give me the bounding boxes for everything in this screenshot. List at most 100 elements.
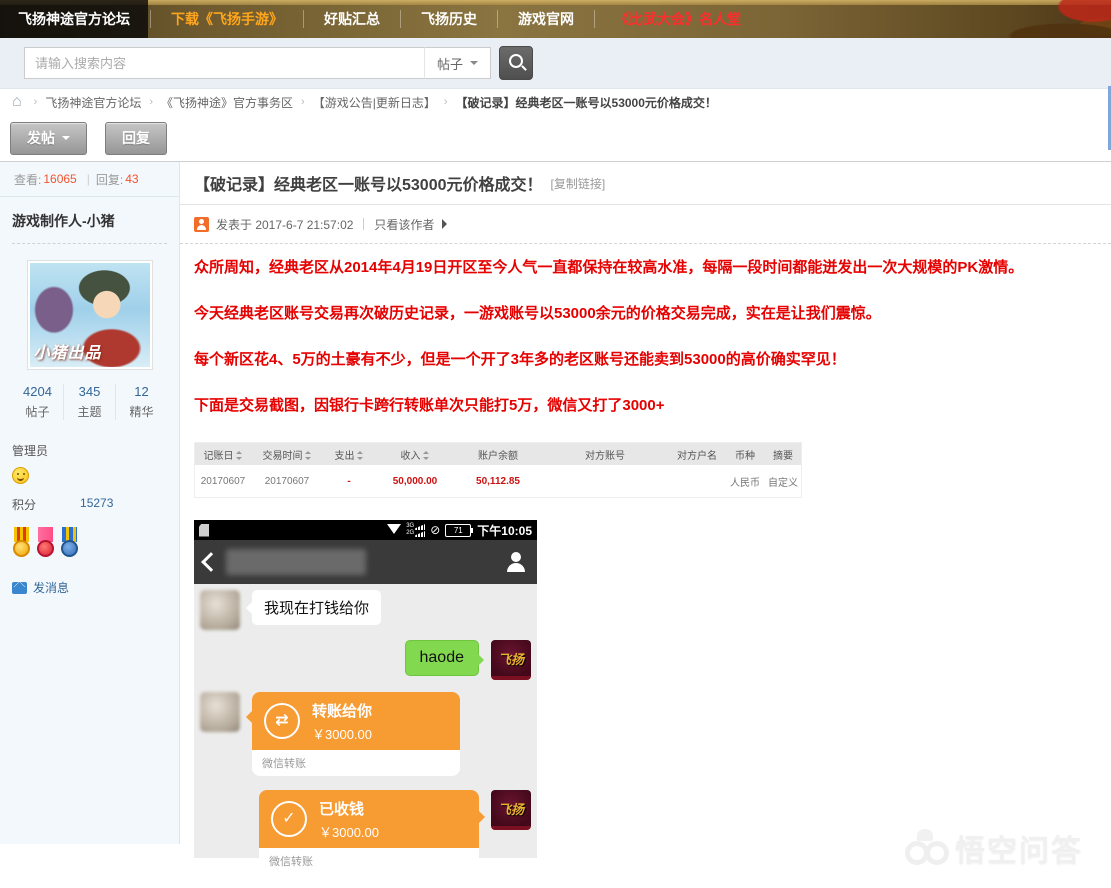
transfer-amount: ￥3000.00	[319, 824, 379, 840]
redacted-contact-name	[226, 549, 366, 575]
bank-col-balance: 账户余额	[478, 450, 518, 462]
bank-col-counterparty-name: 对方户名	[677, 450, 717, 462]
status-time: 下午10:05	[477, 523, 532, 538]
sort-icon	[422, 451, 430, 461]
bank-col-currency: 币种	[735, 450, 755, 462]
posted-at: 发表于 2017-6-7 21:57:02	[216, 217, 354, 232]
bank-col-counterparty-account: 对方账号	[585, 450, 625, 462]
post-content: 【破记录】经典老区一账号以53000元价格成交！ [复制链接] 发表于 2017…	[180, 162, 1111, 874]
bank-col-date: 记账日	[195, 447, 251, 462]
medal-red-icon[interactable]	[36, 527, 56, 557]
home-icon[interactable]: ⌂	[12, 93, 22, 111]
medal-gold-icon[interactable]	[12, 527, 32, 557]
author-sidebar: 查看: 16065 | 回复: 43 游戏制作人-小猪 小猪出品 4204 帖子	[0, 162, 180, 844]
game-logo-avatar: 飞扬	[491, 640, 531, 680]
breadcrumb: ⌂ › 飞扬神途官方论坛 › 《飞扬神途》官方事务区 › 【游戏公告|更新日志】…	[0, 89, 1111, 115]
breadcrumb-item-board[interactable]: 【游戏公告|更新日志】	[313, 94, 436, 111]
no-disturb-icon: ⊘	[430, 523, 441, 537]
views-label: 查看:	[14, 172, 42, 187]
medal-blue-icon[interactable]	[60, 527, 80, 557]
redacted-avatar	[200, 590, 240, 630]
transfer-amount: ￥3000.00	[312, 726, 372, 742]
search-category-select[interactable]: 帖子	[424, 47, 492, 79]
nav-item-good-posts[interactable]: 好贴汇总	[306, 0, 398, 38]
score-label: 积分	[12, 498, 37, 512]
stat-posts[interactable]: 4204 帖子	[12, 384, 64, 420]
author-name[interactable]: 游戏制作人-小猪	[12, 211, 167, 231]
transfer-title: 已收钱	[319, 800, 365, 818]
phone-status-bar: 3G 2G ⊘ 71 下午10:05	[194, 520, 537, 540]
post-paragraph: 每个新区花4、5万的土豪有不少，但是一个开了3年多的老区账号还能卖到53000的…	[194, 351, 846, 368]
score-value[interactable]: 15273	[80, 496, 113, 513]
contact-profile-icon[interactable]	[505, 552, 527, 572]
avatar[interactable]: 小猪出品	[26, 260, 153, 370]
reply-label: 回复	[122, 130, 150, 146]
thread-stats: 查看: 16065 | 回复: 43	[0, 162, 179, 197]
bank-cell-date: 20170607	[200, 475, 246, 487]
redacted-avatar	[200, 692, 240, 732]
search-input[interactable]	[24, 47, 424, 79]
nav-item-hall-of-fame[interactable]: 《比武大会》名人堂	[597, 0, 759, 38]
back-icon[interactable]	[201, 552, 221, 572]
divider	[12, 243, 167, 244]
post-paragraph: 今天经典老区账号交易再次破历史记录，一游戏账号以53000余元的价格交易完成，实…	[194, 305, 881, 322]
search-box: 帖子	[24, 46, 534, 80]
transfer-source: 微信转账	[259, 848, 479, 874]
nav-item-download-mobile-game[interactable]: 下载《飞扬手游》	[153, 0, 301, 38]
bank-col-expense: 支出	[323, 447, 375, 462]
wukong-logo-icon	[903, 829, 949, 865]
breadcrumb-separator: ›	[443, 96, 448, 108]
status-icons: 3G 2G ⊘ 71 下午10:05	[387, 520, 532, 541]
breadcrumb-separator: ›	[301, 96, 305, 108]
transfer-card-received[interactable]: ✓ 已收钱 ￥3000.00 微信转账	[259, 790, 485, 874]
only-author-link[interactable]: 只看该作者	[374, 216, 434, 233]
breadcrumb-item-thread: 【破记录】经典老区一账号以53000元价格成交！	[455, 95, 717, 110]
wechat-screenshot: 3G 2G ⊘ 71 下午10:05 我现在打钱给你 haode 飞扬 ⇄ 转账…	[194, 520, 537, 874]
medals	[12, 527, 167, 557]
new-post-button[interactable]: 发帖	[10, 121, 87, 155]
thread-title-bar: 【破记录】经典老区一账号以53000元价格成交！ [复制链接]	[180, 162, 1111, 205]
signal-icon: 3G 2G	[406, 523, 426, 537]
send-message-link[interactable]: 发消息	[12, 579, 167, 596]
nav-item-forum-home[interactable]: 飞扬神途官方论坛	[0, 0, 148, 38]
stat-threads[interactable]: 345 主题	[64, 384, 116, 420]
nav-item-official-site[interactable]: 游戏官网	[500, 0, 592, 38]
search-category-label: 帖子	[437, 56, 464, 72]
wukong-logo-text: 悟空问答	[955, 835, 1083, 868]
mail-icon	[12, 581, 27, 594]
nav-separator	[150, 10, 151, 28]
nav-item-history[interactable]: 飞扬历史	[403, 0, 495, 38]
chat-message-incoming: 我现在打钱给你	[194, 590, 537, 630]
divider	[363, 218, 365, 230]
bank-table-header: 记账日 交易时间 支出 收入 账户余额 对方账号 对方户名 币种 摘要	[195, 443, 801, 465]
chevron-down-icon	[62, 136, 70, 144]
smiley-icon	[12, 467, 29, 484]
chevron-down-icon	[470, 61, 479, 69]
transfer-message-sent: ⇄ 转账给你 ￥3000.00 微信转账	[194, 692, 537, 776]
breadcrumb-item-forum[interactable]: 飞扬神途官方论坛	[45, 94, 141, 111]
stat-posts-value: 4204	[23, 384, 52, 399]
sort-icon	[235, 451, 243, 461]
reply-button[interactable]: 回复	[105, 121, 167, 155]
stat-digests-value: 12	[134, 384, 149, 399]
transfer-card-sent[interactable]: ⇄ 转账给你 ￥3000.00 微信转账	[246, 692, 460, 776]
stat-threads-label: 主题	[77, 405, 102, 419]
post-meta-bar: 发表于 2017-6-7 21:57:02 只看该作者	[180, 205, 1111, 244]
search-button[interactable]	[499, 46, 534, 80]
wukong-qa-watermark: 悟空问答	[903, 826, 1083, 870]
nav-separator	[594, 10, 595, 28]
post-paragraph: 下面是交易截图，因银行卡跨行转账单次只能打5万，微信又打了3000+	[194, 397, 665, 414]
copy-link[interactable]: [复制链接]	[551, 175, 606, 192]
search-section: 帖子	[0, 38, 1111, 89]
breadcrumb-item-section[interactable]: 《飞扬神途》官方事务区	[161, 94, 293, 111]
nav-separator	[400, 10, 401, 28]
post-body: 众所周知，经典老区从2014年4月19日开区至今人气一直都保持在较高水准，每隔一…	[180, 244, 1111, 874]
stat-digests[interactable]: 12 精华	[116, 384, 167, 420]
author-card: 游戏制作人-小猪 小猪出品 4204 帖子 345 主题 12 精华 管理员 积…	[0, 197, 179, 596]
transfer-source: 微信转账	[252, 750, 460, 776]
top-navbar: 飞扬神途官方论坛 下载《飞扬手游》 好贴汇总 飞扬历史 游戏官网 《比武大会》名…	[0, 0, 1111, 38]
author-role: 管理员	[12, 444, 49, 458]
nav-separator	[303, 10, 304, 28]
banner-art	[961, 0, 1111, 38]
transfer-icon: ⇄	[264, 703, 300, 739]
